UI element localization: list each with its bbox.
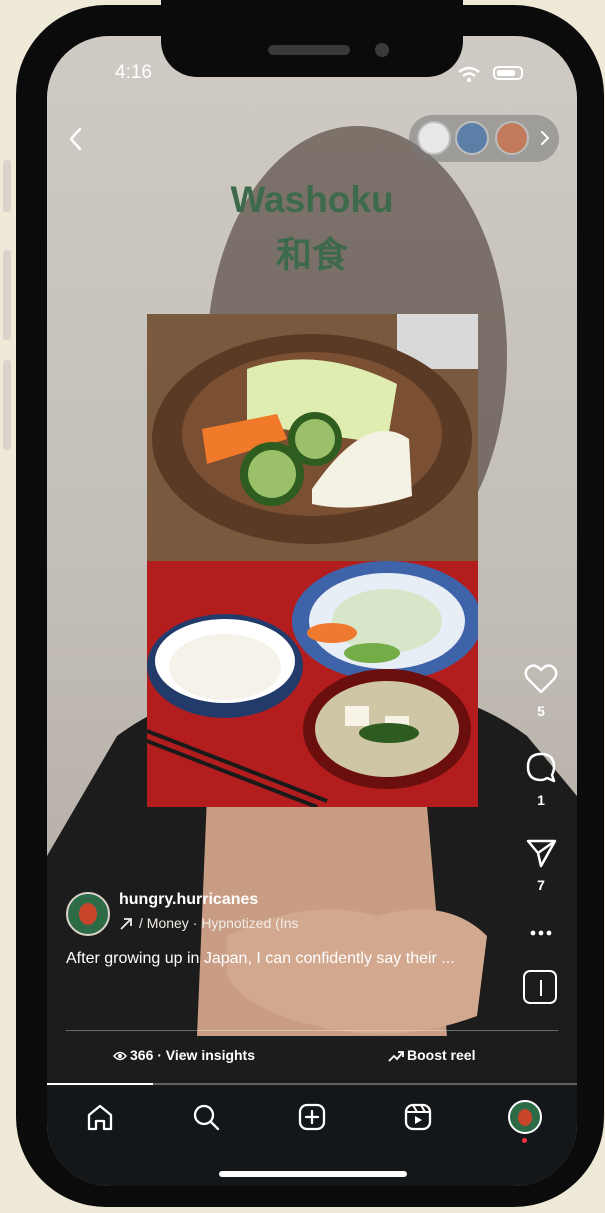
insights-label: 366 · View insights [130,1047,256,1063]
chevron-right-icon [541,131,550,145]
share-count: 7 [537,877,545,893]
author-avatar[interactable] [66,892,110,936]
silent-switch [3,160,11,212]
heart-icon[interactable] [524,664,558,694]
overlay-title-japanese: 和食 [275,234,348,275]
viewer-avatar-1 [417,121,451,155]
comment-control[interactable]: 1 [517,751,565,808]
playback-progress[interactable] [47,1083,577,1085]
home-icon[interactable] [85,1102,115,1132]
speaker-grille [268,45,350,55]
overlay-title: Washoku [230,179,394,220]
profile-avatar[interactable] [508,1100,542,1134]
search-icon[interactable] [191,1102,221,1132]
viewer-avatar-2 [455,121,489,155]
wifi-icon [458,66,480,83]
send-icon[interactable] [525,838,557,868]
set-meal-photo [147,561,478,807]
pickles-photo [147,314,478,561]
author-username[interactable]: hungry.hurricanes [119,891,258,909]
volume-up-button [3,250,11,340]
volume-down-button [3,360,11,450]
reel-screen: 4:16 Washoku 和食 5 1 7 hungry.hurricanes … [47,36,577,1186]
like-count: 5 [537,703,545,719]
create-icon[interactable] [297,1102,327,1132]
more-options-icon[interactable] [529,929,553,937]
like-control[interactable]: 5 [517,664,565,719]
view-insights-link[interactable]: 366 · View insights [113,1047,255,1063]
battery-icon [493,66,523,80]
audio-arrow-icon [120,918,132,930]
progress-fill [47,1083,153,1085]
audio-track[interactable]: / Money · Hypnotized (Ins [139,915,299,931]
comment-icon[interactable] [525,751,557,783]
share-control[interactable]: 7 [517,838,565,893]
back-chevron-icon[interactable] [67,126,85,152]
status-time: 4:16 [115,62,152,83]
comment-count: 1 [537,792,545,808]
notification-dot [522,1138,527,1143]
eye-icon [113,1052,127,1061]
audio-thumbnail[interactable] [523,970,557,1004]
front-camera [375,43,389,57]
viewer-avatar-3 [495,121,529,155]
post-caption[interactable]: After growing up in Japan, I can confide… [66,950,455,968]
phone-notch [161,0,463,77]
caption-divider [66,1030,558,1031]
trend-up-icon [388,1051,404,1062]
reels-icon[interactable] [403,1102,433,1132]
home-indicator [219,1171,407,1177]
stories-viewers-pill[interactable] [409,115,559,162]
boost-label: Boost reel [407,1047,476,1063]
boost-reel-button[interactable]: Boost reel [388,1047,475,1063]
